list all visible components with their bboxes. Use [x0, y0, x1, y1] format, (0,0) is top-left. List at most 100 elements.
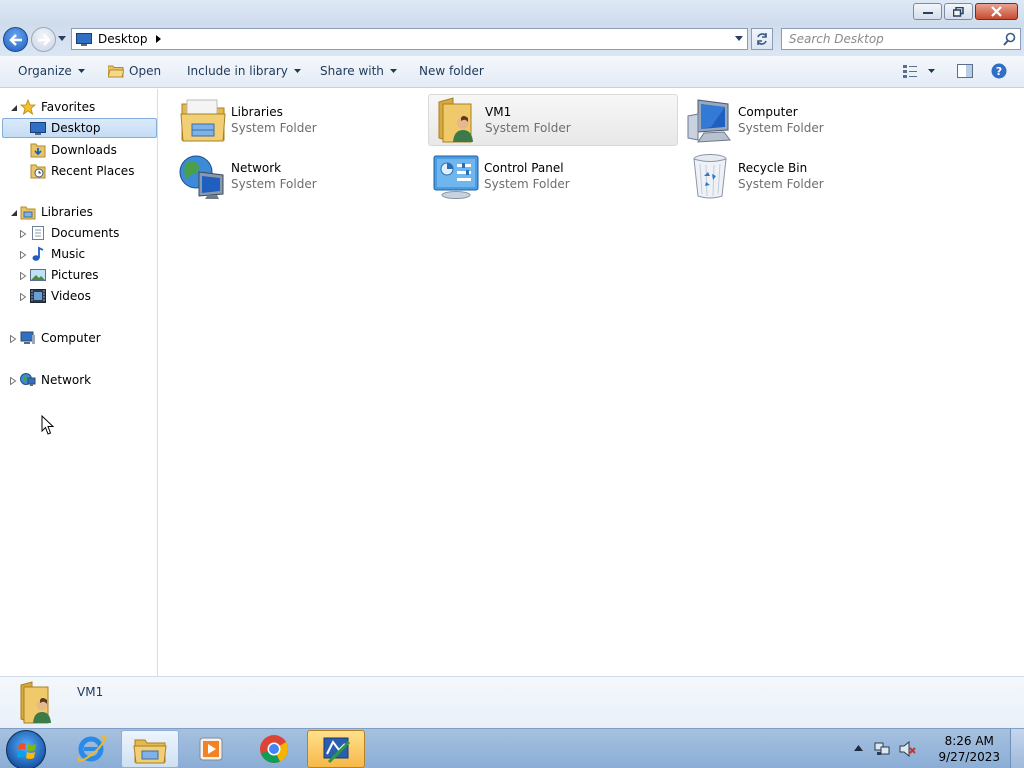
chevron-down-icon — [77, 68, 85, 73]
search-icon[interactable] — [1003, 32, 1016, 46]
volume-muted-icon[interactable] — [899, 741, 917, 757]
navigation-pane: Favorites Desktop Downloads Recent Place… — [0, 89, 158, 676]
item-name: Network — [231, 161, 282, 175]
network-status-icon[interactable] — [874, 741, 890, 757]
restore-icon — [953, 6, 964, 17]
item-name: Computer — [738, 105, 798, 119]
nav-videos[interactable]: Videos — [30, 286, 91, 306]
chevron-down-icon — [928, 68, 935, 73]
include-in-library-label: Include in library — [187, 64, 288, 78]
nav-computer-label: Computer — [41, 331, 101, 345]
taskbar-windows-explorer[interactable] — [121, 730, 179, 768]
item-vm1[interactable]: VM1 System Folder — [428, 94, 678, 146]
address-row: Desktop — [0, 24, 1024, 56]
nav-libraries[interactable]: Libraries — [20, 202, 93, 222]
address-dropdown-icon[interactable] — [735, 36, 743, 42]
change-view-button[interactable] — [902, 64, 935, 78]
address-bar[interactable]: Desktop — [71, 28, 748, 50]
nav-desktop[interactable]: Desktop — [2, 118, 157, 138]
view-options-icon — [903, 65, 917, 78]
expand-documents-icon[interactable] — [20, 230, 28, 238]
nav-pictures[interactable]: Pictures — [30, 265, 99, 285]
item-libraries[interactable]: Libraries System Folder — [175, 94, 425, 146]
mouse-cursor-icon — [41, 415, 55, 435]
back-arrow-icon — [8, 33, 22, 46]
expand-music-icon[interactable] — [20, 251, 28, 259]
nav-music-label: Music — [51, 247, 86, 261]
search-input[interactable] — [789, 29, 999, 49]
nav-documents[interactable]: Documents — [30, 223, 119, 243]
start-button[interactable] — [6, 730, 46, 768]
open-folder-icon — [108, 65, 124, 78]
computer-icon — [687, 99, 731, 143]
expand-network-icon[interactable] — [10, 377, 18, 385]
taskbar-internet-explorer[interactable] — [62, 730, 120, 768]
nav-videos-label: Videos — [51, 289, 91, 303]
system-tray: 8:26 AM 9/27/2023 — [854, 729, 1024, 768]
item-type: System Folder — [738, 121, 824, 135]
window-controls — [911, 3, 1018, 20]
breadcrumb-arrow-icon[interactable] — [155, 35, 161, 43]
show-hidden-icons-icon[interactable] — [854, 745, 863, 751]
taskbar-media-player[interactable] — [182, 730, 240, 768]
nav-network-label: Network — [41, 373, 92, 387]
nav-computer[interactable]: Computer — [20, 328, 101, 348]
item-name: Recycle Bin — [738, 161, 808, 175]
minimize-button[interactable] — [913, 3, 942, 20]
item-computer[interactable]: Computer System Folder — [682, 94, 932, 146]
share-with-label: Share with — [320, 64, 384, 78]
new-folder-button[interactable]: New folder — [419, 64, 484, 78]
collapse-libraries-icon[interactable] — [10, 209, 18, 217]
nav-music[interactable]: Music — [30, 244, 85, 264]
share-with-button[interactable]: Share with — [320, 64, 397, 78]
search-box — [781, 28, 1021, 50]
include-in-library-button[interactable]: Include in library — [187, 64, 301, 78]
command-toolbar: Organize Open Include in library Share w… — [0, 56, 1024, 88]
libraries-icon — [180, 99, 226, 142]
chevron-down-icon — [293, 68, 301, 73]
back-button[interactable] — [3, 27, 28, 52]
close-button[interactable] — [975, 3, 1018, 20]
expand-pictures-icon[interactable] — [20, 272, 28, 280]
new-folder-label: New folder — [419, 64, 484, 78]
expand-computer-icon[interactable] — [10, 335, 18, 343]
help-button[interactable]: ? — [991, 63, 1007, 79]
collapse-favorites-icon[interactable] — [10, 104, 18, 112]
nav-recent-places-label: Recent Places — [51, 164, 135, 178]
recent-pages-dropdown[interactable] — [58, 36, 66, 42]
open-button[interactable]: Open — [108, 64, 161, 78]
clock[interactable]: 8:26 AM 9/27/2023 — [938, 733, 1000, 765]
refresh-button[interactable] — [751, 28, 773, 50]
forward-button[interactable] — [31, 27, 56, 52]
nav-libraries-label: Libraries — [41, 205, 93, 219]
organize-button[interactable]: Organize — [18, 64, 85, 78]
item-name: VM1 — [485, 105, 512, 119]
breadcrumb-desktop[interactable]: Desktop — [98, 32, 148, 46]
expand-videos-icon[interactable] — [20, 293, 28, 301]
taskbar-chrome[interactable] — [245, 730, 303, 768]
network-icon — [179, 155, 224, 199]
show-desktop-button[interactable] — [1010, 729, 1024, 768]
item-control-panel[interactable]: Control Panel System Folder — [428, 150, 678, 202]
minimize-icon — [922, 11, 933, 14]
item-network[interactable]: Network System Folder — [175, 150, 425, 202]
nav-network[interactable]: Network — [20, 370, 91, 390]
forward-arrow-icon — [37, 33, 51, 46]
taskbar-vm-app[interactable] — [307, 730, 365, 768]
item-recycle-bin[interactable]: Recycle Bin System Folder — [682, 150, 932, 202]
nav-pictures-label: Pictures — [51, 268, 99, 282]
nav-favorites[interactable]: Favorites — [20, 97, 95, 117]
nav-downloads[interactable]: Downloads — [30, 140, 117, 160]
restore-button[interactable] — [944, 3, 973, 20]
nav-downloads-label: Downloads — [51, 143, 117, 157]
details-pane: VM1 — [0, 676, 1024, 728]
documents-icon — [32, 226, 44, 240]
close-icon — [991, 6, 1002, 17]
nav-recent-places[interactable]: Recent Places — [30, 161, 134, 181]
svg-text:?: ? — [996, 65, 1002, 78]
open-label: Open — [129, 64, 162, 78]
preview-pane-icon — [957, 64, 973, 78]
clock-time: 8:26 AM — [944, 734, 994, 748]
nav-desktop-label: Desktop — [51, 121, 101, 135]
preview-pane-button[interactable] — [957, 64, 973, 78]
